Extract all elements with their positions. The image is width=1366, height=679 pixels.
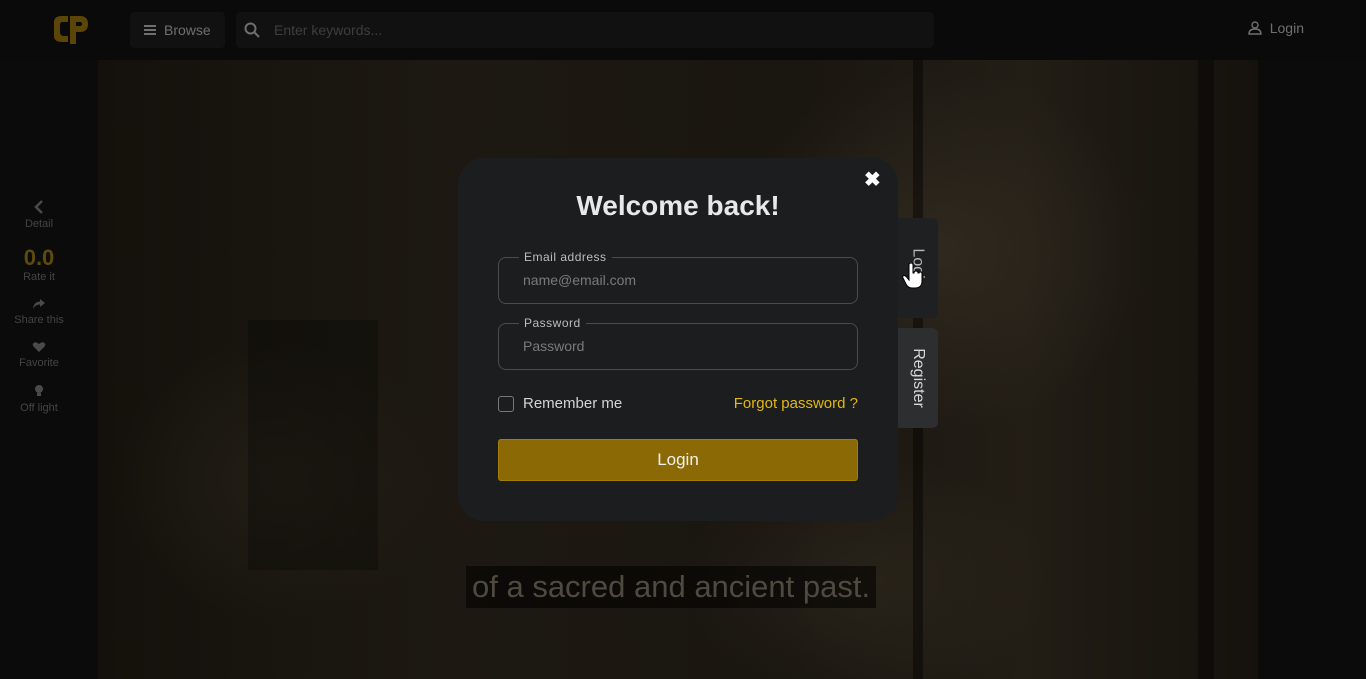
rate-label: Rate it (23, 271, 55, 283)
tab-register[interactable]: Register (898, 328, 938, 428)
light-toggle[interactable]: Off light (0, 384, 78, 414)
email-field: Email address (498, 250, 858, 304)
browse-button[interactable]: Browse (130, 12, 225, 48)
share-icon (33, 299, 45, 309)
close-icon[interactable]: ✖ (864, 170, 881, 190)
tab-register-label: Register (910, 348, 928, 408)
login-submit-button[interactable]: Login (498, 439, 858, 481)
lightbulb-icon (35, 385, 43, 396)
site-logo[interactable] (48, 14, 94, 46)
user-icon (1248, 21, 1262, 35)
header-login-label: Login (1269, 20, 1304, 36)
chevron-left-icon (34, 200, 43, 214)
menu-icon (144, 25, 156, 35)
password-input[interactable] (523, 338, 833, 354)
left-rail: Detail 0.0 Rate it Share this Favorite O… (0, 200, 78, 429)
favorite-button[interactable]: Favorite (0, 341, 78, 369)
rate-button[interactable]: 0.0 Rate it (0, 245, 78, 283)
light-label: Off light (20, 402, 58, 414)
share-label: Share this (14, 314, 64, 326)
heart-icon (32, 342, 46, 352)
remember-label[interactable]: Remember me (523, 395, 622, 412)
search-bar (236, 12, 934, 48)
remember-me: Remember me (498, 395, 622, 412)
email-input[interactable] (523, 272, 833, 288)
hand-cursor-icon (902, 263, 923, 289)
search-icon[interactable] (244, 22, 260, 38)
password-label: Password (519, 316, 586, 330)
email-label: Email address (519, 250, 612, 264)
detail-button[interactable]: Detail (0, 200, 78, 230)
video-scene-element (1198, 60, 1214, 679)
password-field: Password (498, 316, 858, 370)
detail-label: Detail (24, 218, 54, 230)
modal-title: Welcome back! (576, 190, 780, 221)
share-button[interactable]: Share this (0, 298, 78, 326)
search-input[interactable] (274, 22, 894, 38)
header-login-link[interactable]: Login (1248, 20, 1304, 36)
browse-label: Browse (164, 22, 211, 38)
remember-checkbox[interactable] (498, 395, 514, 412)
video-subtitle: of a sacred and ancient past. (466, 566, 877, 608)
login-modal: ✖ Welcome back! Email address Password R… (458, 158, 898, 521)
favorite-label: Favorite (19, 357, 59, 369)
forgot-password-link[interactable]: Forgot password ? (734, 395, 858, 412)
page: Browse Login Detail 0.0 Rate it (0, 0, 1366, 679)
video-scene-element (248, 320, 378, 570)
top-header: Browse Login (0, 0, 1366, 60)
rating-value: 0.0 (23, 245, 55, 270)
